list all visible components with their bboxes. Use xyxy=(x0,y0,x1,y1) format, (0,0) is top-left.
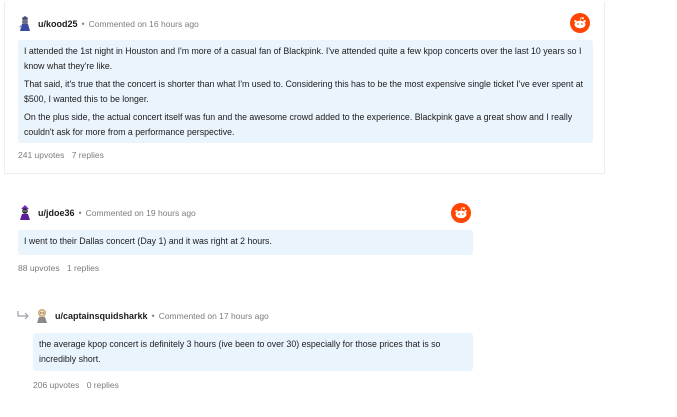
comment-paragraph: On the plus side, the actual concert its… xyxy=(24,112,573,137)
comment-time: Commented on 16 hours ago xyxy=(88,19,199,29)
separator-dot: • xyxy=(78,208,82,218)
comment-header: u/kood25 • Commented on 16 hours ago xyxy=(18,14,199,34)
comment-paragraph: I attended the 1st night in Houston and … xyxy=(24,46,582,71)
user-avatar-icon[interactable] xyxy=(35,308,49,324)
replies-count[interactable]: 1 replies xyxy=(67,263,99,273)
comment-body: the average kpop concert is definitely 3… xyxy=(33,333,473,371)
comment-paragraph: I went to their Dallas concert (Day 1) a… xyxy=(24,236,272,246)
upvotes-count[interactable]: 241 upvotes xyxy=(18,150,64,160)
comment-header: u/captainsquidsharkk • Commented on 17 h… xyxy=(35,306,269,326)
separator-dot: • xyxy=(81,19,85,29)
comment-paragraph: the average kpop concert is definitely 3… xyxy=(39,339,441,364)
replies-count[interactable]: 0 replies xyxy=(87,380,119,390)
user-avatar-icon[interactable] xyxy=(18,205,32,221)
comment-body: I went to their Dallas concert (Day 1) a… xyxy=(18,230,473,255)
user-avatar-icon[interactable] xyxy=(18,16,32,32)
username[interactable]: u/jdoe36 xyxy=(38,208,75,218)
username[interactable]: u/kood25 xyxy=(38,19,78,29)
separator-dot: • xyxy=(151,311,155,321)
reply-arrow-icon xyxy=(17,311,29,320)
reddit-logo-icon[interactable] xyxy=(451,203,471,223)
comment-time: Commented on 19 hours ago xyxy=(85,208,196,218)
username[interactable]: u/captainsquidsharkk xyxy=(55,311,148,321)
comment-time: Commented on 17 hours ago xyxy=(158,311,269,321)
upvotes-count[interactable]: 88 upvotes xyxy=(18,263,60,273)
comment-body: I attended the 1st night in Houston and … xyxy=(18,40,593,143)
comment-footer: 206 upvotes 0 replies xyxy=(33,380,124,390)
upvotes-count[interactable]: 206 upvotes xyxy=(33,380,79,390)
comment-paragraph: That said, it's true that the concert is… xyxy=(24,79,584,104)
comment-footer: 241 upvotes 7 replies xyxy=(18,150,109,160)
comment-header: u/jdoe36 • Commented on 19 hours ago xyxy=(18,203,196,223)
comment-footer: 88 upvotes 1 replies xyxy=(18,263,104,273)
reddit-logo-icon[interactable] xyxy=(570,13,590,33)
replies-count[interactable]: 7 replies xyxy=(72,150,104,160)
